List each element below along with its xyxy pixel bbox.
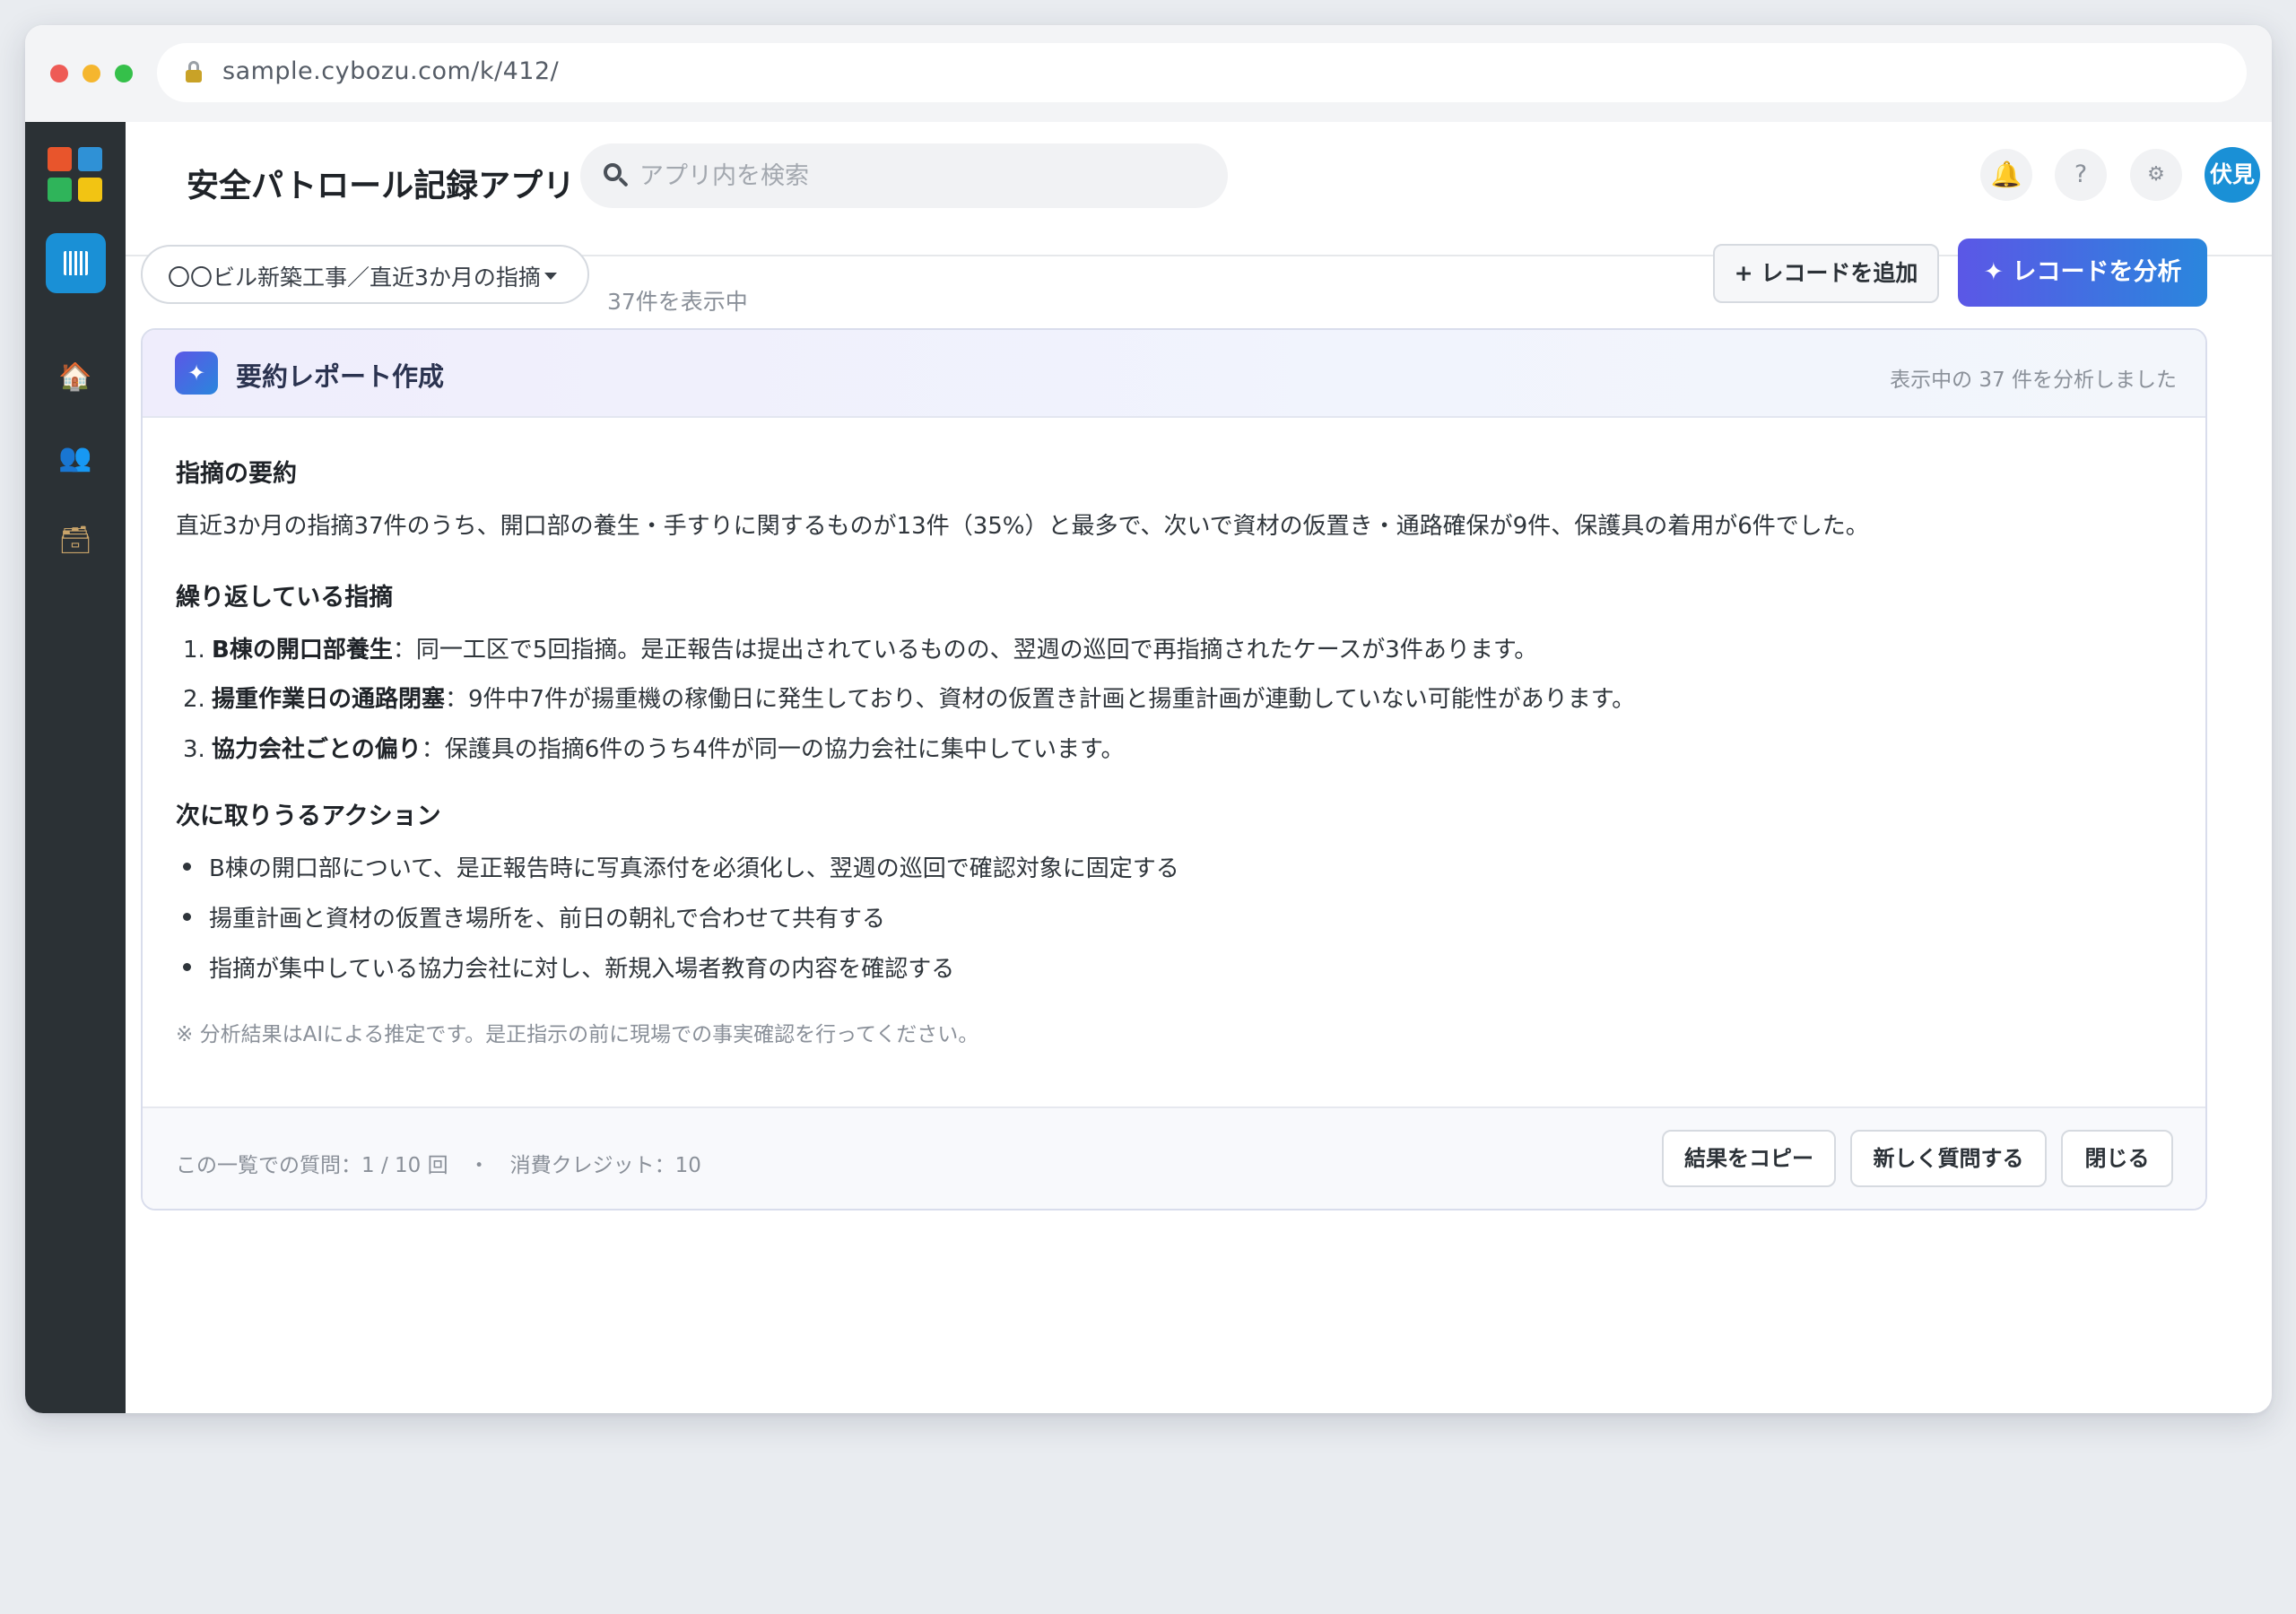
house-icon[interactable]: 🏠 <box>53 355 98 400</box>
summary-heading: 指摘の要約 <box>176 460 297 488</box>
list-item: 1. B棟の開口部養生：同一工区で5回指摘。是正報告は提出されているものの、翌週の… <box>183 637 1538 664</box>
panel-header: ✦ 要約レポート作成 表示中の 37 件を分析しました <box>143 330 2205 418</box>
bullet-icon <box>183 913 191 921</box>
list-item: 3. 協力会社ごとの偏り：保護具の指摘6件のうち4件が同一の協力会社に集中していま… <box>183 736 1125 763</box>
close-window-button[interactable] <box>50 65 68 82</box>
summary-report-panel: ✦ 要約レポート作成 表示中の 37 件を分析しました 指摘の要約 直近3か月の… <box>141 328 2207 1210</box>
search-input[interactable] <box>639 156 1196 195</box>
list-item: 揚重計画と資材の仮置き場所を、前日の朝礼で合わせて共有する <box>183 900 885 933</box>
address-bar[interactable]: sample.cybozu.com/k/412/ <box>157 43 2247 102</box>
bullet-icon <box>183 963 191 971</box>
search-box[interactable] <box>580 143 1228 208</box>
sparkle-icon: ✦ <box>175 351 218 395</box>
list-item: B棟の開口部について、是正報告時に写真添付を必須化し、翌週の巡回で確認対象に固定… <box>183 850 1179 883</box>
panel-footer: この一覧での質問：1 / 10 回 ・ 消費クレジット：10 結果をコピー 新し… <box>143 1106 2205 1209</box>
box-icon[interactable]: 🗃 <box>53 518 98 563</box>
sidebar: 🏠 👥 🗃 <box>25 122 126 1413</box>
url-text[interactable]: sample.cybozu.com/k/412/ <box>222 57 559 85</box>
app-header: 安全パトロール記録アプリ 🔔 ? ⚙ 伏見 <box>126 122 2272 256</box>
grid-icon <box>64 251 88 275</box>
summary-text: 直近3か月の指摘37件のうち、開口部の養生・手すりに関するものが13件（35%）… <box>176 513 1869 540</box>
view-select[interactable]: 〇〇ビル新築工事／直近3か月の指摘 <box>141 245 589 304</box>
usage-meta: この一覧での質問：1 / 10 回 ・ 消費クレジット：10 <box>176 1154 701 1177</box>
panel-title: 要約レポート作成 <box>236 361 445 392</box>
chevron-down-icon <box>544 273 557 280</box>
app-title: 安全パトロール記録アプリ <box>187 168 576 204</box>
record-count: 37件を表示中 <box>607 289 748 315</box>
repeat-heading: 繰り返している指摘 <box>176 584 394 612</box>
lock-icon <box>186 61 202 82</box>
gear-icon[interactable]: ⚙ <box>2130 149 2182 201</box>
help-icon[interactable]: ? <box>2055 149 2107 201</box>
close-button[interactable]: 閉じる <box>2061 1130 2173 1187</box>
minimize-window-button[interactable] <box>83 65 100 82</box>
disclaimer: ※ 分析結果はAIによる推定です。是正指示の前に現場での事実確認を行ってください… <box>176 1023 979 1046</box>
new-question-button[interactable]: 新しく質問する <box>1850 1130 2047 1187</box>
search-icon <box>604 163 631 190</box>
browser-chrome: sample.cybozu.com/k/412/ <box>25 25 2272 122</box>
copy-result-button[interactable]: 結果をコピー <box>1662 1130 1836 1187</box>
sidebar-item-app-list[interactable] <box>46 233 106 293</box>
analyze-records-button[interactable]: ✦ レコードを分析 <box>1958 239 2207 307</box>
list-item: 2. 揚重作業日の通路閉塞：9件中7件が揚重機の稼働日に発生しており、資材の仮置き… <box>183 686 1636 713</box>
view-select-label: 〇〇ビル新築工事／直近3か月の指摘 <box>168 265 541 291</box>
analysis-note: 表示中の 37 件を分析しました <box>1890 369 2177 392</box>
list-item: 指摘が集中している協力会社に対し、新規入場者教育の内容を確認する <box>183 950 954 984</box>
avatar[interactable]: 伏見 <box>2205 147 2260 203</box>
add-record-button[interactable]: + レコードを追加 <box>1713 244 1939 303</box>
maximize-window-button[interactable] <box>115 65 133 82</box>
kintone-logo-icon[interactable] <box>48 147 102 202</box>
bell-icon[interactable]: 🔔 <box>1980 149 2032 201</box>
people-icon[interactable]: 👥 <box>53 436 98 481</box>
bullet-icon <box>183 863 191 871</box>
action-heading: 次に取りうるアクション <box>176 803 441 830</box>
